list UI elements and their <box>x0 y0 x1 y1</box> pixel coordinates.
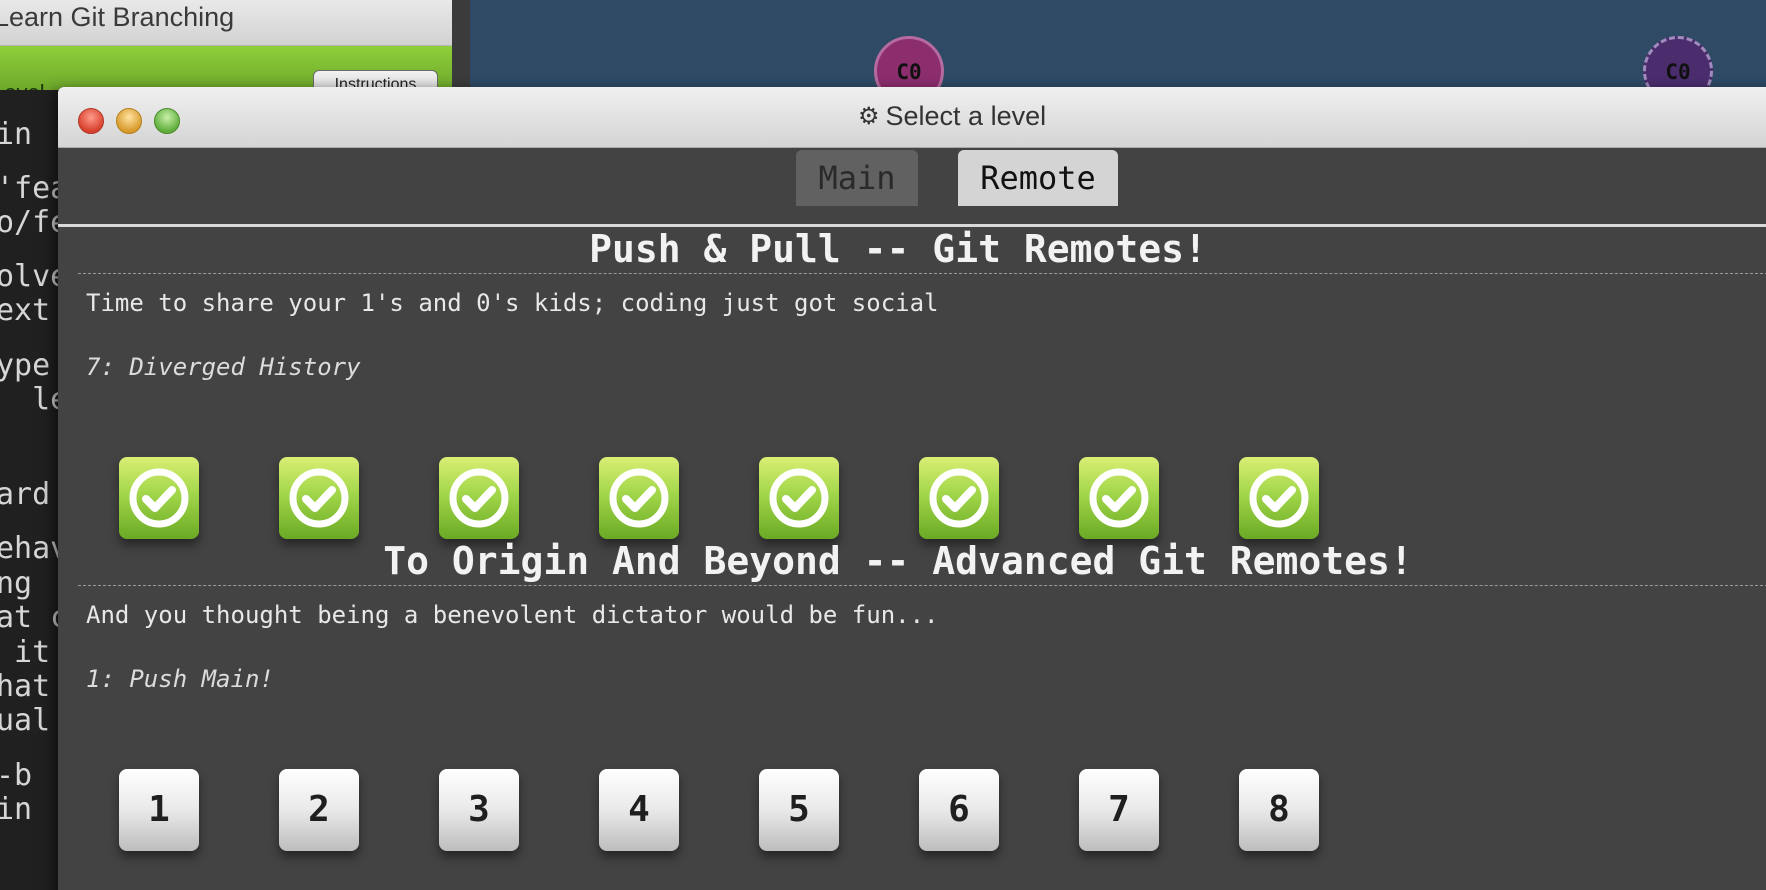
level-button[interactable]: 5 <box>759 769 839 851</box>
checkmark-icon <box>129 468 189 528</box>
level-button[interactable]: 2 <box>279 769 359 851</box>
level-button-completed[interactable] <box>439 457 519 539</box>
level-button[interactable]: 8 <box>1239 769 1319 851</box>
level-button-completed[interactable] <box>1239 457 1319 539</box>
dialog-title: ⚙ Select a level <box>858 101 1046 135</box>
terminal-line: -b <box>0 758 51 793</box>
terminal-line: ype <box>0 348 51 383</box>
terminal-line: ext <box>0 293 51 328</box>
level-button-completed[interactable] <box>119 457 199 539</box>
level-button[interactable]: 6 <box>919 769 999 851</box>
sequence-divider <box>78 273 1766 274</box>
terminal-line: in <box>0 792 51 827</box>
selected-level-name: 7: Diverged History <box>86 353 361 381</box>
sequence-title: To Origin And Beyond -- Advanced Git Rem… <box>383 539 1413 583</box>
maximize-button[interactable] <box>154 108 180 134</box>
terminal-line: in <box>0 117 33 152</box>
level-button-completed[interactable] <box>919 457 999 539</box>
tab-main[interactable]: Main <box>796 150 918 206</box>
checkmark-icon <box>1089 468 1149 528</box>
level-button-completed[interactable] <box>1079 457 1159 539</box>
level-button[interactable]: 4 <box>599 769 679 851</box>
terminal-line: it <box>0 635 51 670</box>
sequence-title: Push & Pull -- Git Remotes! <box>589 227 1207 271</box>
terminal-line: ng <box>0 566 51 601</box>
close-button[interactable] <box>78 108 104 134</box>
terminal-line: ual <box>0 703 51 738</box>
level-button-completed[interactable] <box>279 457 359 539</box>
app-title-bar: Learn Git Branching <box>0 0 452 46</box>
dialog-title-text: Select a level <box>885 101 1047 131</box>
minimize-button[interactable] <box>116 108 142 134</box>
terminal-line: hat <box>0 669 51 704</box>
app-title: Learn Git Branching <box>0 2 235 32</box>
level-select-dialog: ⚙ Select a level Main Remote Push & Pull … <box>58 87 1766 890</box>
terminal-line: ard <box>0 477 51 512</box>
panel-divider <box>452 0 470 90</box>
sequence-description: Time to share your 1's and 0's kids; cod… <box>86 289 939 317</box>
tab-remote[interactable]: Remote <box>958 150 1118 206</box>
sequence-description: And you thought being a benevolent dicta… <box>86 601 939 629</box>
selected-level-name: 1: Push Main! <box>86 665 274 693</box>
commit-graph-area <box>452 0 1766 90</box>
level-button-completed[interactable] <box>759 457 839 539</box>
level-button[interactable]: 1 <box>119 769 199 851</box>
level-toolbar: Level Instructions <box>0 46 452 90</box>
checkmark-icon <box>449 468 509 528</box>
dialog-title-bar: ⚙ Select a level <box>58 87 1766 148</box>
level-button[interactable]: 7 <box>1079 769 1159 851</box>
checkmark-icon <box>609 468 669 528</box>
checkmark-icon <box>929 468 989 528</box>
sequence-divider <box>78 585 1766 586</box>
level-button[interactable]: 3 <box>439 769 519 851</box>
checkmark-icon <box>769 468 829 528</box>
gear-icon: ⚙ <box>858 103 880 130</box>
level-label: Level <box>0 80 45 90</box>
checkmark-icon <box>289 468 349 528</box>
checkmark-icon <box>1249 468 1309 528</box>
level-button-completed[interactable] <box>599 457 679 539</box>
